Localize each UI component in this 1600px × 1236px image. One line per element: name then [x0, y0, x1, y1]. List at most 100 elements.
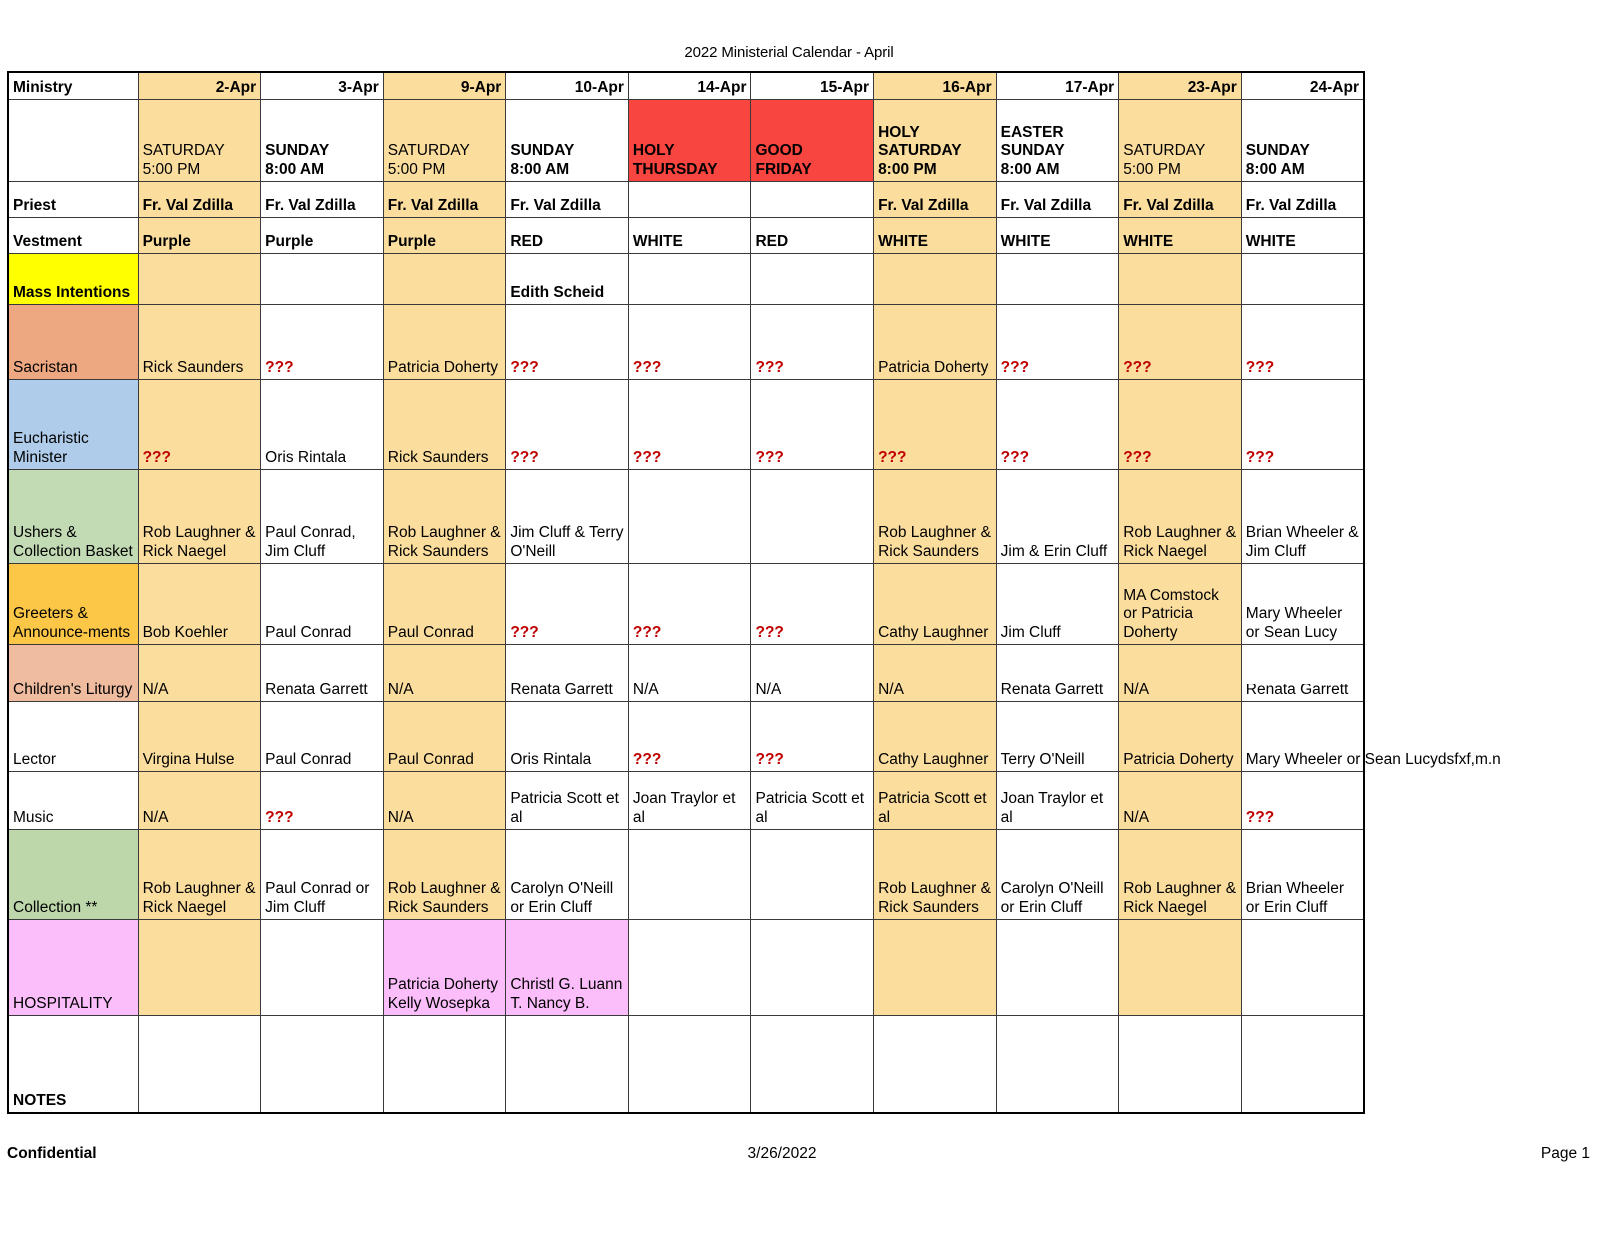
- mass-intentions-apr3[interactable]: [260, 253, 384, 305]
- vestment-apr24[interactable]: WHITE: [1241, 217, 1364, 254]
- music-apr24[interactable]: ???: [1241, 771, 1364, 830]
- mass-intentions-apr16[interactable]: [873, 253, 997, 305]
- eucharistic-apr23[interactable]: ???: [1118, 379, 1242, 470]
- greeters-apr2[interactable]: Bob Koehler: [138, 563, 262, 645]
- music-apr15[interactable]: Patricia Scott et al: [750, 771, 875, 830]
- eucharistic-apr10[interactable]: ???: [505, 379, 629, 470]
- priest-apr3[interactable]: Fr. Val Zdilla: [260, 181, 384, 218]
- notes-apr15[interactable]: [750, 1015, 875, 1113]
- greeters-apr15[interactable]: ???: [750, 563, 875, 645]
- music-apr2[interactable]: N/A: [138, 771, 262, 830]
- mass-intentions-apr23[interactable]: [1118, 253, 1242, 305]
- sacristan-apr17[interactable]: ???: [996, 304, 1120, 380]
- mass-intentions-apr15[interactable]: [750, 253, 875, 305]
- mass-intentions-apr10[interactable]: Edith Scheid: [505, 253, 629, 305]
- sacristan-apr14[interactable]: ???: [628, 304, 752, 380]
- notes-apr3[interactable]: [260, 1015, 384, 1113]
- sacristan-apr15[interactable]: ???: [750, 304, 875, 380]
- childrens-apr17[interactable]: Renata Garrett: [996, 644, 1120, 702]
- collection-apr24[interactable]: Brian Wheeler or Erin Cluff: [1241, 829, 1364, 920]
- priest-apr10[interactable]: Fr. Val Zdilla: [505, 181, 629, 218]
- hospitality-apr2[interactable]: [138, 919, 262, 1016]
- collection-apr2[interactable]: Rob Laughner & Rick Naegel: [138, 829, 262, 920]
- priest-apr9[interactable]: Fr. Val Zdilla: [383, 181, 507, 218]
- sacristan-apr2[interactable]: Rick Saunders: [138, 304, 262, 380]
- priest-apr15[interactable]: [750, 181, 875, 218]
- sacristan-apr24[interactable]: ???: [1241, 304, 1364, 380]
- hospitality-apr9[interactable]: Patricia Doherty Kelly Wosepka: [383, 919, 507, 1016]
- childrens-apr9[interactable]: N/A: [383, 644, 507, 702]
- eucharistic-apr17[interactable]: ???: [996, 379, 1120, 470]
- collection-apr3[interactable]: Paul Conrad or Jim Cluff: [260, 829, 384, 920]
- ushers-apr3[interactable]: Paul Conrad, Jim Cluff: [260, 469, 384, 564]
- collection-apr9[interactable]: Rob Laughner & Rick Saunders: [383, 829, 507, 920]
- music-apr17[interactable]: Joan Traylor et al: [996, 771, 1120, 830]
- collection-apr15[interactable]: [750, 829, 875, 920]
- collection-apr16[interactable]: Rob Laughner & Rick Saunders: [873, 829, 997, 920]
- music-apr9[interactable]: N/A: [383, 771, 507, 830]
- collection-apr23[interactable]: Rob Laughner & Rick Naegel: [1118, 829, 1242, 920]
- mass-intentions-apr17[interactable]: [996, 253, 1120, 305]
- mass-intentions-apr14[interactable]: [628, 253, 752, 305]
- hospitality-apr14[interactable]: [628, 919, 752, 1016]
- greeters-apr10[interactable]: ???: [505, 563, 629, 645]
- lector-apr17[interactable]: Terry O'Neill: [996, 701, 1120, 772]
- childrens-apr23[interactable]: N/A: [1118, 644, 1242, 702]
- lector-apr16[interactable]: Cathy Laughner: [873, 701, 997, 772]
- greeters-apr17[interactable]: Jim Cluff: [996, 563, 1120, 645]
- notes-apr23[interactable]: [1118, 1015, 1242, 1113]
- music-apr3[interactable]: ???: [260, 771, 384, 830]
- lector-apr2[interactable]: Virgina Hulse: [138, 701, 262, 772]
- mass-intentions-apr24[interactable]: [1241, 253, 1364, 305]
- vestment-apr10[interactable]: RED: [505, 217, 629, 254]
- ushers-apr23[interactable]: Rob Laughner & Rick Naegel: [1118, 469, 1242, 564]
- music-apr23[interactable]: N/A: [1118, 771, 1242, 830]
- vestment-apr3[interactable]: Purple: [260, 217, 384, 254]
- sacristan-apr10[interactable]: ???: [505, 304, 629, 380]
- greeters-apr14[interactable]: ???: [628, 563, 752, 645]
- eucharistic-apr24[interactable]: ???: [1241, 379, 1364, 470]
- vestment-apr23[interactable]: WHITE: [1118, 217, 1242, 254]
- music-apr16[interactable]: Patricia Scott et al: [873, 771, 997, 830]
- lector-apr3[interactable]: Paul Conrad: [260, 701, 384, 772]
- hospitality-apr10[interactable]: Christl G. Luann T. Nancy B.: [505, 919, 629, 1016]
- childrens-apr14[interactable]: N/A: [628, 644, 752, 702]
- hospitality-apr23[interactable]: [1118, 919, 1242, 1016]
- ushers-apr17[interactable]: Jim & Erin Cluff: [996, 469, 1120, 564]
- childrens-apr3[interactable]: Renata Garrett: [260, 644, 384, 702]
- vestment-apr15[interactable]: RED: [750, 217, 875, 254]
- music-apr10[interactable]: Patricia Scott et al: [505, 771, 629, 830]
- sacristan-apr16[interactable]: Patricia Doherty: [873, 304, 997, 380]
- collection-apr17[interactable]: Carolyn O'Neill or Erin Cluff: [996, 829, 1120, 920]
- ushers-apr16[interactable]: Rob Laughner & Rick Saunders: [873, 469, 997, 564]
- eucharistic-apr14[interactable]: ???: [628, 379, 752, 470]
- lector-apr10[interactable]: Oris Rintala: [505, 701, 629, 772]
- childrens-apr15[interactable]: N/A: [750, 644, 875, 702]
- notes-apr24[interactable]: [1241, 1016, 1364, 1114]
- eucharistic-apr3[interactable]: Oris Rintala: [260, 379, 384, 470]
- lector-apr9[interactable]: Paul Conrad: [383, 701, 507, 772]
- sacristan-apr3[interactable]: ???: [260, 304, 384, 380]
- ushers-apr2[interactable]: Rob Laughner & Rick Naegel: [138, 469, 262, 564]
- vestment-apr16[interactable]: WHITE: [873, 217, 997, 254]
- vestment-apr2[interactable]: Purple: [138, 217, 262, 254]
- childrens-apr10[interactable]: Renata Garrett: [505, 644, 629, 702]
- vestment-apr14[interactable]: WHITE: [628, 217, 752, 254]
- priest-apr14[interactable]: [628, 181, 752, 218]
- greeters-apr16[interactable]: Cathy Laughner: [873, 563, 997, 645]
- greeters-apr24[interactable]: Mary Wheeler or Sean Lucy: [1241, 563, 1364, 645]
- eucharistic-apr9[interactable]: Rick Saunders: [383, 379, 507, 470]
- greeters-apr9[interactable]: Paul Conrad: [383, 563, 507, 645]
- childrens-apr2[interactable]: N/A: [138, 644, 262, 702]
- hospitality-apr15[interactable]: [750, 919, 875, 1016]
- notes-apr10[interactable]: [505, 1015, 629, 1113]
- priest-apr24[interactable]: Fr. Val Zdilla: [1241, 181, 1364, 218]
- sacristan-apr9[interactable]: Patricia Doherty: [383, 304, 507, 380]
- hospitality-apr3[interactable]: [260, 919, 384, 1016]
- eucharistic-apr2[interactable]: ???: [138, 379, 262, 470]
- collection-apr14[interactable]: [628, 829, 752, 920]
- childrens-apr16[interactable]: N/A: [873, 644, 997, 702]
- priest-apr23[interactable]: Fr. Val Zdilla: [1118, 181, 1242, 218]
- ushers-apr10[interactable]: Jim Cluff & Terry O'Neill: [505, 469, 629, 564]
- greeters-apr3[interactable]: Paul Conrad: [260, 563, 384, 645]
